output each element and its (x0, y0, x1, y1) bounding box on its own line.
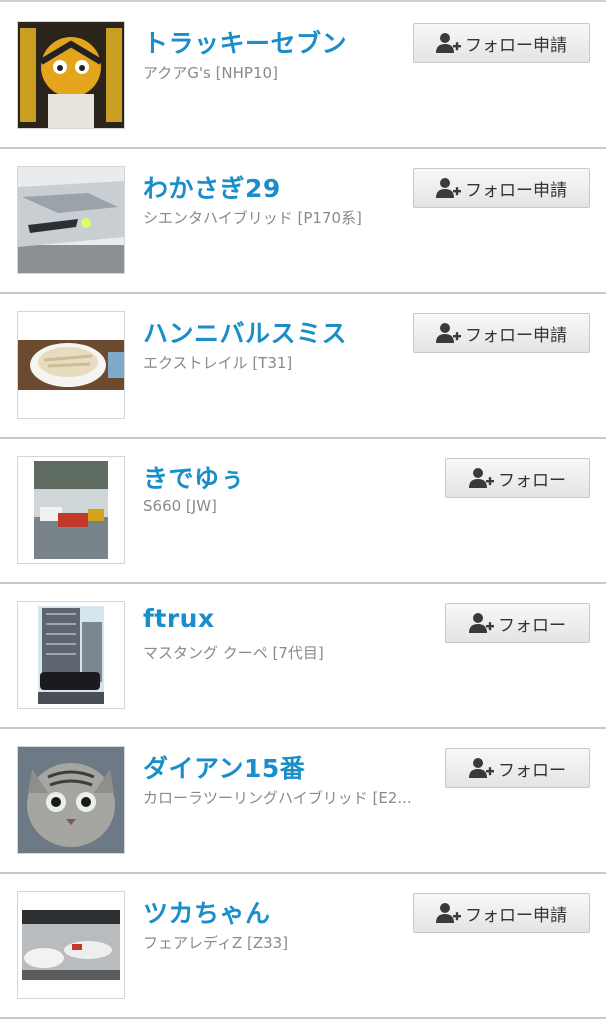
user-row: ftrux マスタング クーペ [7代目] フォロー (0, 584, 606, 729)
follow-request-button-label: フォロー申請 (465, 180, 567, 201)
user-plus-icon (436, 33, 461, 53)
car-model-text: アクアG's [NHP10] (143, 64, 278, 82)
car-model-text: カローラツーリングハイブリッド [E2... (143, 789, 412, 807)
user-avatar[interactable] (17, 456, 125, 564)
car-model-text: エクストレイル [T31] (143, 354, 293, 372)
user-avatar[interactable] (17, 311, 125, 419)
follow-button[interactable]: フォロー (445, 458, 590, 498)
user-row: トラッキーセブン アクアG's [NHP10] フォロー申請 (0, 4, 606, 149)
user-plus-icon (436, 903, 461, 923)
car-model-text: S660 [JW] (143, 497, 217, 515)
user-avatar[interactable] (17, 746, 125, 854)
follow-user-list: トラッキーセブン アクアG's [NHP10] フォロー申請 わかさぎ29 シエ… (0, 0, 606, 1024)
car-model-text: フェアレディZ [Z33] (143, 934, 289, 952)
follow-button-label: フォロー (498, 760, 566, 781)
follow-request-button[interactable]: フォロー申請 (413, 313, 590, 353)
follow-request-button[interactable]: フォロー申請 (413, 23, 590, 63)
user-row: ハンニバルスミス エクストレイル [T31] フォロー申請 (0, 294, 606, 439)
follow-button[interactable]: フォロー (445, 748, 590, 788)
user-name-link[interactable]: きでゆぅ (143, 459, 245, 495)
user-row: きでゆぅ S660 [JW] フォロー (0, 439, 606, 584)
user-avatar[interactable] (17, 166, 125, 274)
user-name-link[interactable]: わかさぎ29 (143, 169, 281, 205)
user-plus-icon (469, 758, 494, 778)
user-name-link[interactable]: ftrux (143, 604, 215, 633)
user-row: わかさぎ29 シエンタハイブリッド [P170系] フォロー申請 (0, 149, 606, 294)
user-plus-icon (436, 323, 461, 343)
user-name-link[interactable]: ダイアン15番 (143, 749, 305, 785)
user-row: ツカちゃん フェアレディZ [Z33] フォロー申請 (0, 874, 606, 1019)
follow-request-button-label: フォロー申請 (465, 905, 567, 926)
user-avatar[interactable] (17, 601, 125, 709)
follow-button-label: フォロー (498, 470, 566, 491)
follow-request-button[interactable]: フォロー申請 (413, 168, 590, 208)
user-name-link[interactable]: トラッキーセブン (143, 24, 347, 60)
follow-request-button[interactable]: フォロー申請 (413, 893, 590, 933)
follow-request-button-label: フォロー申請 (465, 325, 567, 346)
follow-request-button-label: フォロー申請 (465, 35, 567, 56)
user-plus-icon (436, 178, 461, 198)
user-row: ダイアン15番 カローラツーリングハイブリッド [E2... フォロー (0, 729, 606, 874)
user-name-link[interactable]: ハンニバルスミス (143, 314, 347, 350)
follow-button[interactable]: フォロー (445, 603, 590, 643)
user-avatar[interactable] (17, 891, 125, 999)
user-plus-icon (469, 613, 494, 633)
user-avatar[interactable] (17, 21, 125, 129)
follow-button-label: フォロー (498, 615, 566, 636)
car-model-text: マスタング クーペ [7代目] (143, 644, 324, 662)
user-name-link[interactable]: ツカちゃん (143, 894, 271, 930)
car-model-text: シエンタハイブリッド [P170系] (143, 209, 362, 227)
user-plus-icon (469, 468, 494, 488)
